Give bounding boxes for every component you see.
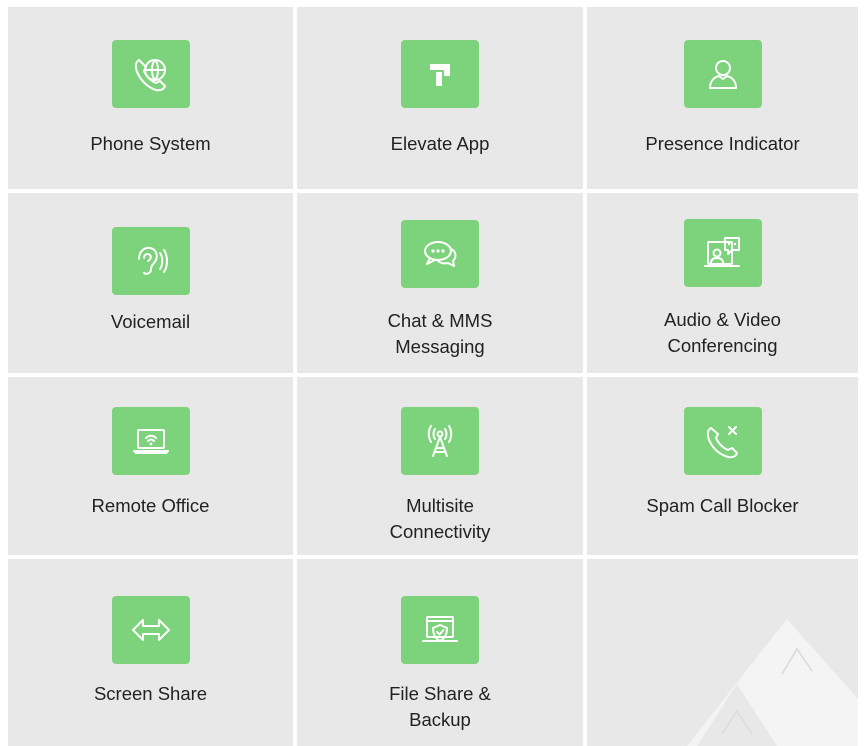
double-arrow-icon [111,596,190,664]
feature-presence-indicator: Presence Indicator [587,7,858,189]
phone-globe-icon [111,40,190,108]
feature-elevate-app: Elevate App [297,7,583,189]
mountain-watermark-icon [687,619,858,746]
feature-audio-video-conferencing: Audio & Video Conferencing [587,193,858,373]
feature-label: Phone System [90,133,211,154]
feature-label: Voicemail [110,311,191,332]
feature-label: File Share & Backup [389,683,491,730]
feature-grid: Phone System Elevate App Presence Indica… [0,0,866,746]
ear-icon [111,227,190,295]
user-icon [683,40,762,108]
shield-check-icon [401,596,479,664]
chat-bubbles-icon [401,220,479,288]
feature-label: Screen Share [93,683,208,704]
video-conference-icon [683,219,762,287]
feature-spam-call-blocker: Spam Call Blocker [587,377,858,555]
feature-file-share-backup: File Share & Backup [297,559,583,746]
feature-multisite-connectivity: Multisite Connectivity [297,377,583,555]
feature-label: Presence Indicator [645,133,800,154]
feature-label: Remote Office [91,495,210,516]
phone-block-icon [683,407,762,475]
feature-remote-office: Remote Office [8,377,293,555]
feature-label: Elevate App [390,133,490,154]
feature-label: Audio & Video Conferencing [664,309,781,356]
feature-chat-mms: Chat & MMS Messaging [297,193,583,373]
feature-label: Chat & MMS Messaging [387,310,493,357]
feature-screen-share: Screen Share [8,559,293,746]
empty-cell [587,559,858,746]
elevate-logo-icon [401,40,479,108]
feature-phone-system: Phone System [8,7,293,189]
feature-voicemail: Voicemail [8,193,293,373]
feature-label: Spam Call Blocker [646,495,799,516]
feature-label: Multisite Connectivity [389,495,491,542]
laptop-wifi-icon [111,407,190,475]
antenna-tower-icon [401,407,479,475]
